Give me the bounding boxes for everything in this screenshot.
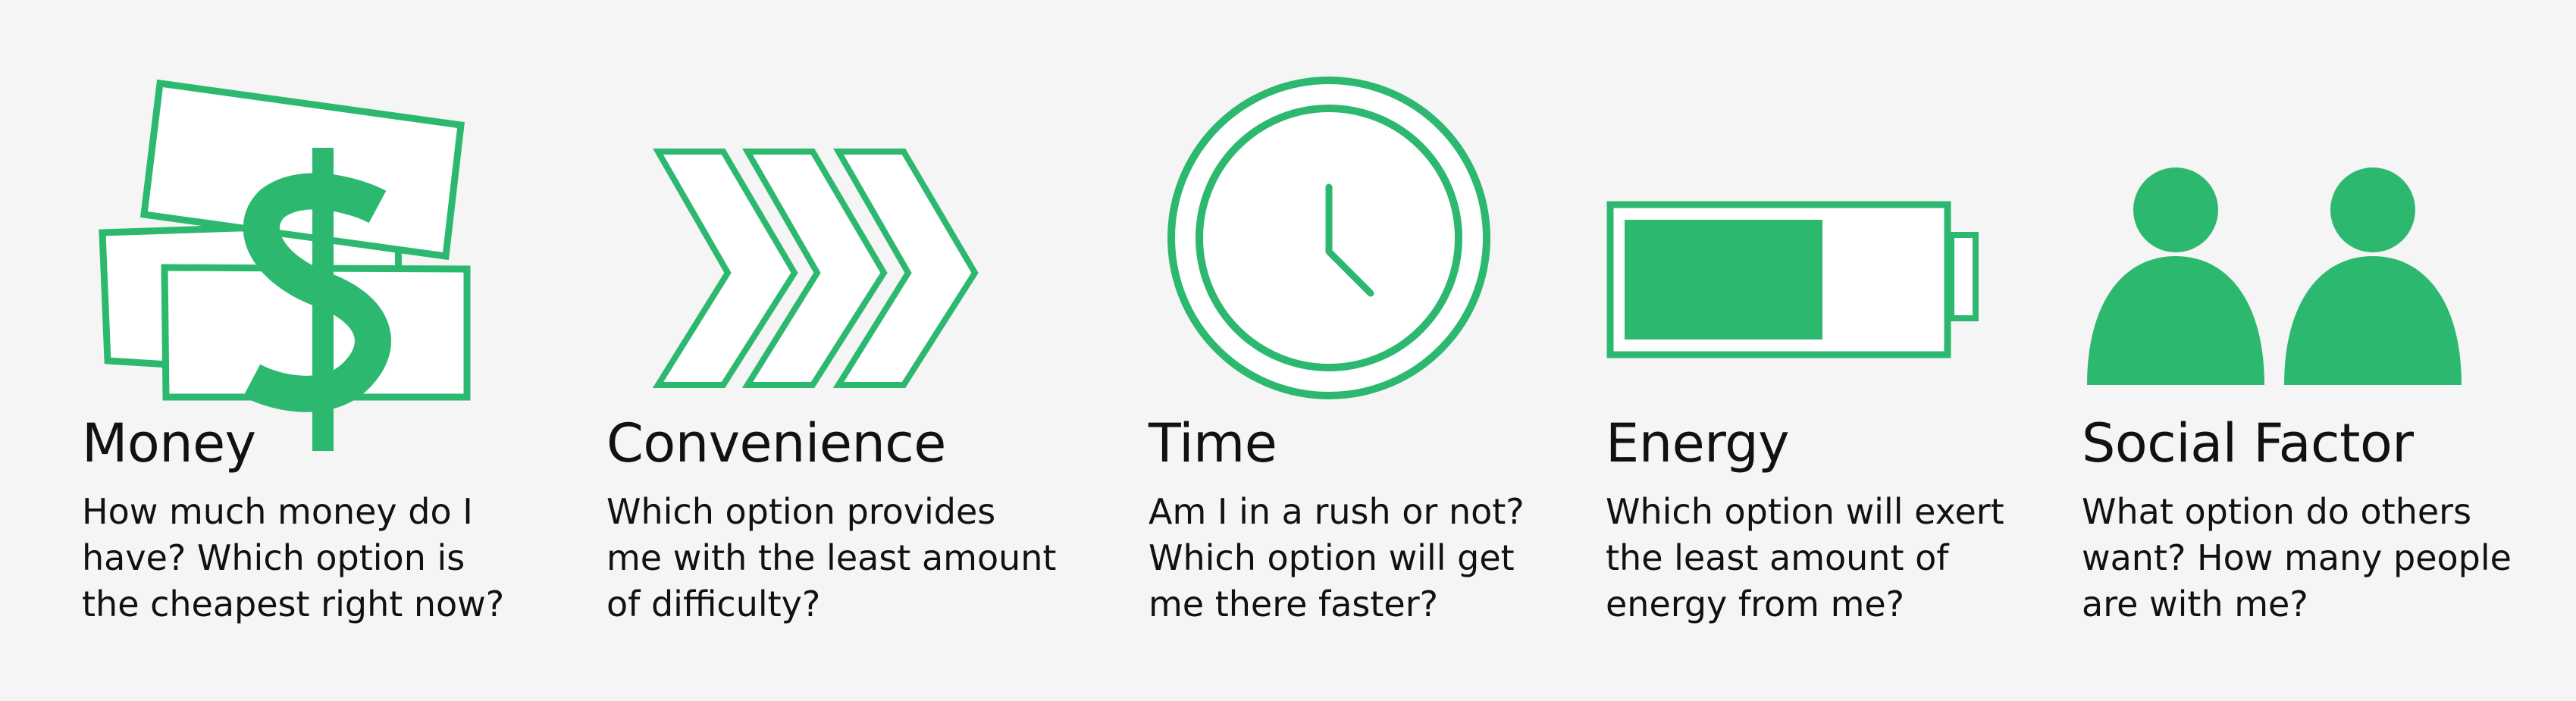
money-description-line: the cheapest right now? xyxy=(82,584,505,624)
people-icon xyxy=(2087,167,2462,385)
clock-icon xyxy=(1167,77,1490,399)
time-description: Am I in a rush or not? Which option will… xyxy=(1149,489,1525,627)
money-description: How much money do I have? Which option i… xyxy=(82,489,504,627)
battery-charge-fill xyxy=(1625,220,1822,340)
chevrons-icon xyxy=(652,149,979,388)
money-description-line: How much money do I xyxy=(82,491,473,532)
social-factor-description-line: What option do others xyxy=(2082,491,2472,532)
energy-description-line: Which option will exert xyxy=(1606,491,2004,532)
social-factor-description-line: want? How many people xyxy=(2082,537,2512,578)
convenience-description: Which option provides me with the least … xyxy=(606,489,1056,627)
money-description-line: have? Which option is xyxy=(82,537,465,578)
factors-infographic: { "colors": { "accent": "#2db870", "back… xyxy=(0,0,2576,701)
social-factor-description: What option do others want? How many peo… xyxy=(2082,489,2512,627)
time-description-line: Which option will get xyxy=(1149,537,1515,578)
time-title: Time xyxy=(1149,412,1277,474)
energy-title: Energy xyxy=(1606,412,1790,474)
money-title: Money xyxy=(82,412,256,474)
social-factor-title: Social Factor xyxy=(2082,412,2414,474)
convenience-description-line: of difficulty? xyxy=(606,584,821,624)
convenience-title: Convenience xyxy=(606,412,946,474)
money-icon xyxy=(99,79,471,451)
time-description-line: Am I in a rush or not? xyxy=(1149,491,1525,532)
energy-description-line: energy from me? xyxy=(1606,584,1905,624)
convenience-description-line: Which option provides xyxy=(606,491,996,532)
social-factor-description-line: are with me? xyxy=(2082,584,2308,624)
convenience-description-line: me with the least amount xyxy=(606,537,1057,578)
battery-icon xyxy=(1606,201,1979,358)
energy-description-line: the least amount of xyxy=(1606,537,1949,578)
energy-description: Which option will exert the least amount… xyxy=(1606,489,2004,627)
time-description-line: me there faster? xyxy=(1149,584,1439,624)
